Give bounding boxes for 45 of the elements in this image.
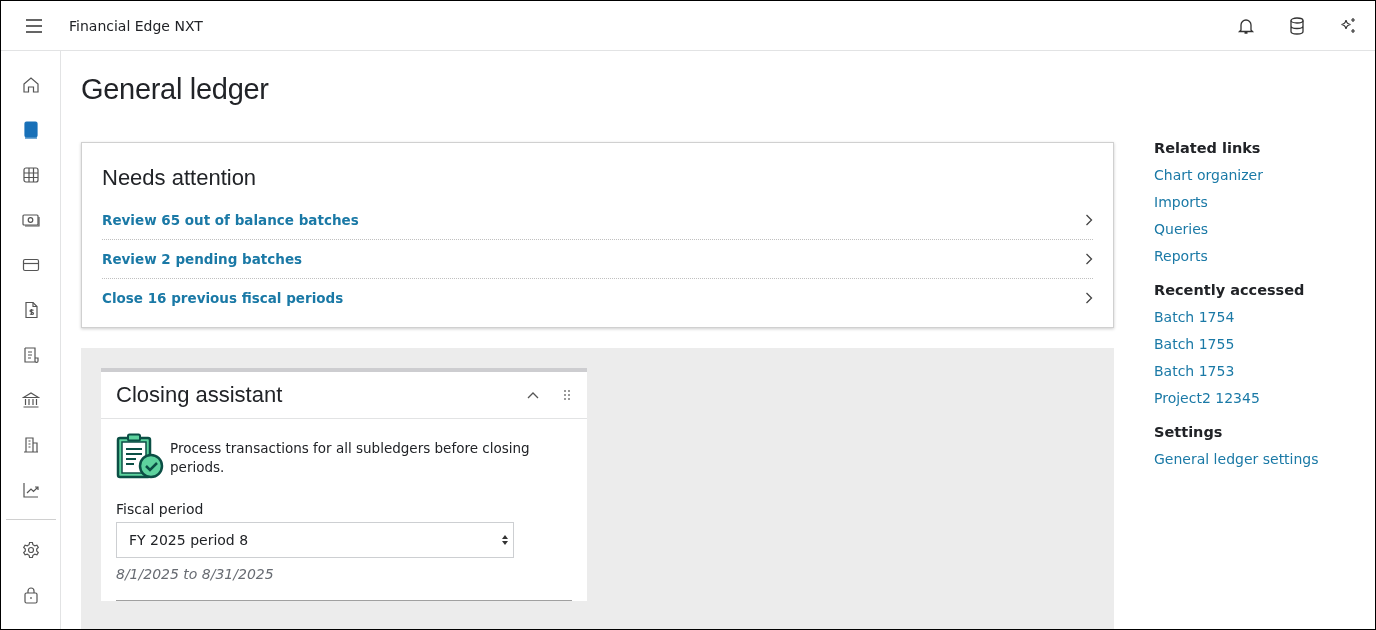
attention-item[interactable]: Review 65 out of balance batches xyxy=(102,201,1093,239)
sparkle-icon xyxy=(1339,16,1357,35)
clipboard-check-icon xyxy=(116,433,164,479)
fiscal-period-select[interactable]: FY 2025 period 8 xyxy=(116,522,514,558)
chevron-right-icon xyxy=(1085,292,1093,304)
instruction-text: Process transactions for all subledgers before closing periods. xyxy=(170,439,531,477)
lock-icon xyxy=(21,586,40,604)
app-title: Financial Edge NXT xyxy=(69,17,203,34)
link[interactable]: Project2 12345 xyxy=(1154,385,1354,412)
grid-icon xyxy=(21,166,40,184)
link[interactable]: Batch 1753 xyxy=(1154,358,1354,385)
database-icon xyxy=(1289,16,1305,35)
bell-icon xyxy=(1237,16,1255,35)
page-title: General ledger xyxy=(81,73,270,106)
banknote-icon xyxy=(21,211,40,229)
sort-arrows-icon xyxy=(501,534,509,546)
receipt-icon xyxy=(21,346,40,364)
section-heading: Related links xyxy=(1154,140,1262,156)
bank-icon xyxy=(21,391,40,409)
section-heading: Recently accessed xyxy=(1154,282,1306,298)
link[interactable]: Queries xyxy=(1154,216,1354,243)
drag-handle-icon[interactable] xyxy=(563,389,571,401)
link[interactable]: Batch 1755 xyxy=(1154,331,1354,358)
date-range-text: 8/1/2025 to 8/31/2025 xyxy=(116,566,275,582)
link[interactable]: Reports xyxy=(1154,243,1354,270)
card-title: Needs attention xyxy=(102,165,258,191)
chevron-up-icon xyxy=(527,391,539,399)
link[interactable]: Imports xyxy=(1154,189,1354,216)
line-chart-icon xyxy=(21,481,40,499)
attention-item[interactable]: Review 2 pending batches xyxy=(102,239,1093,278)
field-label: Fiscal period xyxy=(116,501,205,517)
section-heading: Settings xyxy=(1154,424,1224,440)
attention-item[interactable]: Close 16 previous fiscal periods xyxy=(102,278,1093,317)
building-icon xyxy=(21,436,40,454)
chevron-right-icon xyxy=(1085,253,1093,265)
home-icon xyxy=(21,76,40,94)
settings-icon xyxy=(21,541,40,559)
credit-card-icon xyxy=(21,256,40,274)
menu-icon xyxy=(25,18,43,33)
book-icon xyxy=(21,121,40,139)
chevron-right-icon xyxy=(1085,214,1093,226)
tile-title: Closing assistant xyxy=(116,382,284,408)
link[interactable]: Chart organizer xyxy=(1154,162,1354,189)
link[interactable]: Batch 1754 xyxy=(1154,304,1354,331)
link[interactable]: General ledger settings xyxy=(1154,446,1354,473)
